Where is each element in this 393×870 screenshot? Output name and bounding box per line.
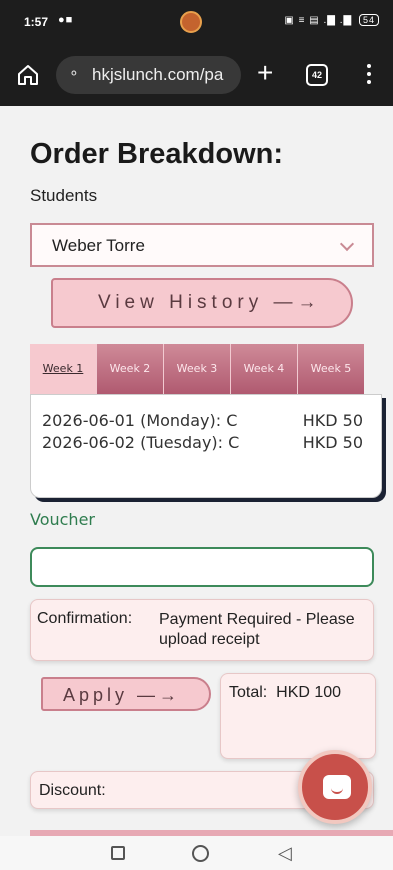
signal-icons: ▣ ≡ ▤ .▇ .▇ [284,15,353,26]
system-status-icons: ▣ ≡ ▤ .▇ .▇ 54 [284,14,379,26]
tab-week-1[interactable]: Week 1 [30,344,96,394]
students-label: Students [30,186,98,205]
tab-week-4[interactable]: Week 4 [230,344,297,394]
status-bar: 1:57 ●■ ▣ ≡ ▤ .▇ .▇ 54 [0,0,393,44]
more-vert-icon[interactable] [366,64,372,86]
page-content: Order Breakdown: Students Weber Torre Vi… [0,106,393,836]
student-select-value: Weber Torre [52,236,145,255]
confirmation-label: Confirmation: [37,610,133,627]
student-select[interactable]: Weber Torre [30,223,374,267]
address-bar[interactable]: ⚬ hkjslunch.com/pa [56,56,241,94]
week-tabs: Week 1 Week 2 Week 3 Week 4 Week 5 [30,344,364,394]
apply-label: Apply —→ [63,685,182,705]
home-nav-icon[interactable] [192,845,209,862]
status-time: 1:57 [24,15,49,29]
order-date: 2026-06-01 (Monday): C [42,411,238,430]
tune-icon[interactable]: ⚬ [68,65,80,82]
home-icon[interactable] [16,63,40,87]
discount-label: Discount: [39,782,106,799]
chat-icon [323,775,351,799]
confirmation-box: Confirmation: Payment Required - Please … [30,599,374,661]
voucher-input[interactable] [30,547,374,587]
confirmation-text: Payment Required - Please upload receipt [159,611,355,648]
order-price: HKD 50 [302,411,363,430]
order-date: 2026-06-02 (Tuesday): C [42,433,240,452]
view-history-button[interactable]: View History —→ [51,278,353,328]
chevron-down-icon [339,236,355,252]
back-icon[interactable]: ◁ [278,843,292,864]
notification-icons: ●■ [58,14,74,26]
tab-switcher-button[interactable]: 42 [306,64,328,86]
new-tab-button[interactable]: + [257,56,273,90]
url-text[interactable]: hkjslunch.com/pa [92,65,223,85]
orders-panel: 2026-06-01 (Monday): C HKD 50 2026-06-02… [30,394,382,498]
system-nav-bar: ◁ [0,836,393,870]
tab-week-3[interactable]: Week 3 [163,344,230,394]
total-box: Total: HKD 100 [220,673,376,759]
apply-button[interactable]: Apply —→ [41,677,211,711]
tab-week-2[interactable]: Week 2 [96,344,163,394]
voucher-label: Voucher [30,510,95,529]
tab-week-5[interactable]: Week 5 [297,344,364,394]
total-value: HKD 100 [276,684,342,701]
view-history-label: View History —→ [98,292,322,313]
recents-icon[interactable] [111,846,125,860]
chat-button[interactable] [298,750,372,824]
battery-icon: 54 [358,14,379,26]
order-price: HKD 50 [302,433,363,452]
browser-toolbar: ⚬ hkjslunch.com/pa + 42 [0,44,393,106]
total-text: Total: HKD 100 [229,684,341,702]
total-label: Total: [229,684,268,701]
app-notification-icon [180,11,202,33]
page-title: Order Breakdown: [30,138,283,170]
